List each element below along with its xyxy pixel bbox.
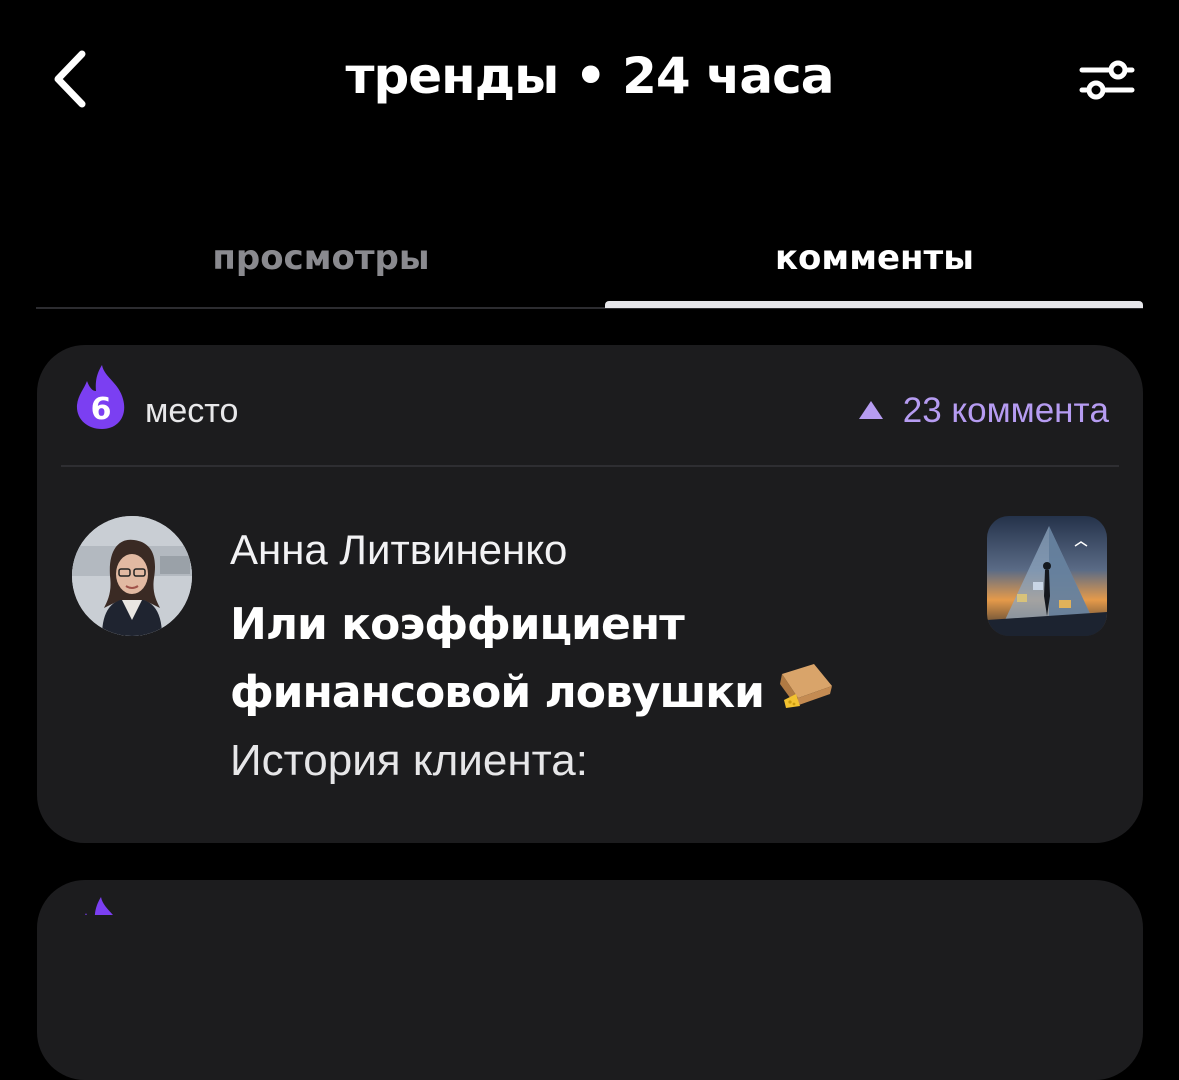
tab-views[interactable]: просмотры <box>36 215 606 300</box>
sliders-icon <box>1079 60 1135 100</box>
card-divider <box>61 465 1119 467</box>
rank-row: 6 место 23 комментa <box>73 363 1109 458</box>
tab-bar: просмотры комменты <box>36 215 1143 310</box>
flame-icon-peek <box>72 895 130 915</box>
post-title-text: Или коэффициент финансовой ловушки <box>230 599 765 718</box>
filter-button[interactable] <box>1072 52 1142 108</box>
triangle-up-icon <box>858 401 883 419</box>
mouse-trap-icon <box>774 660 836 730</box>
comment-count-label: 23 комментa <box>902 391 1109 430</box>
header: тренды • 24 часа <box>0 0 1179 150</box>
active-tab-indicator <box>605 301 1143 308</box>
avatar[interactable] <box>72 516 192 636</box>
trend-card[interactable]: 6 место 23 комментa Анна Литвиненко Или … <box>37 345 1143 843</box>
page-title: тренды • 24 часа <box>345 47 834 105</box>
post-title[interactable]: Или коэффициент финансовой ловушки <box>230 591 930 730</box>
rank-number: 6 <box>90 392 112 427</box>
tab-comments[interactable]: комменты <box>606 215 1143 300</box>
comment-count: 23 комментa <box>858 391 1109 431</box>
post-excerpt: История клиента: <box>230 736 588 785</box>
post-thumbnail[interactable] <box>987 516 1107 636</box>
author-name[interactable]: Анна Литвиненко <box>230 525 567 575</box>
rank-label: место <box>145 392 239 430</box>
trend-card-next[interactable] <box>37 880 1143 1080</box>
